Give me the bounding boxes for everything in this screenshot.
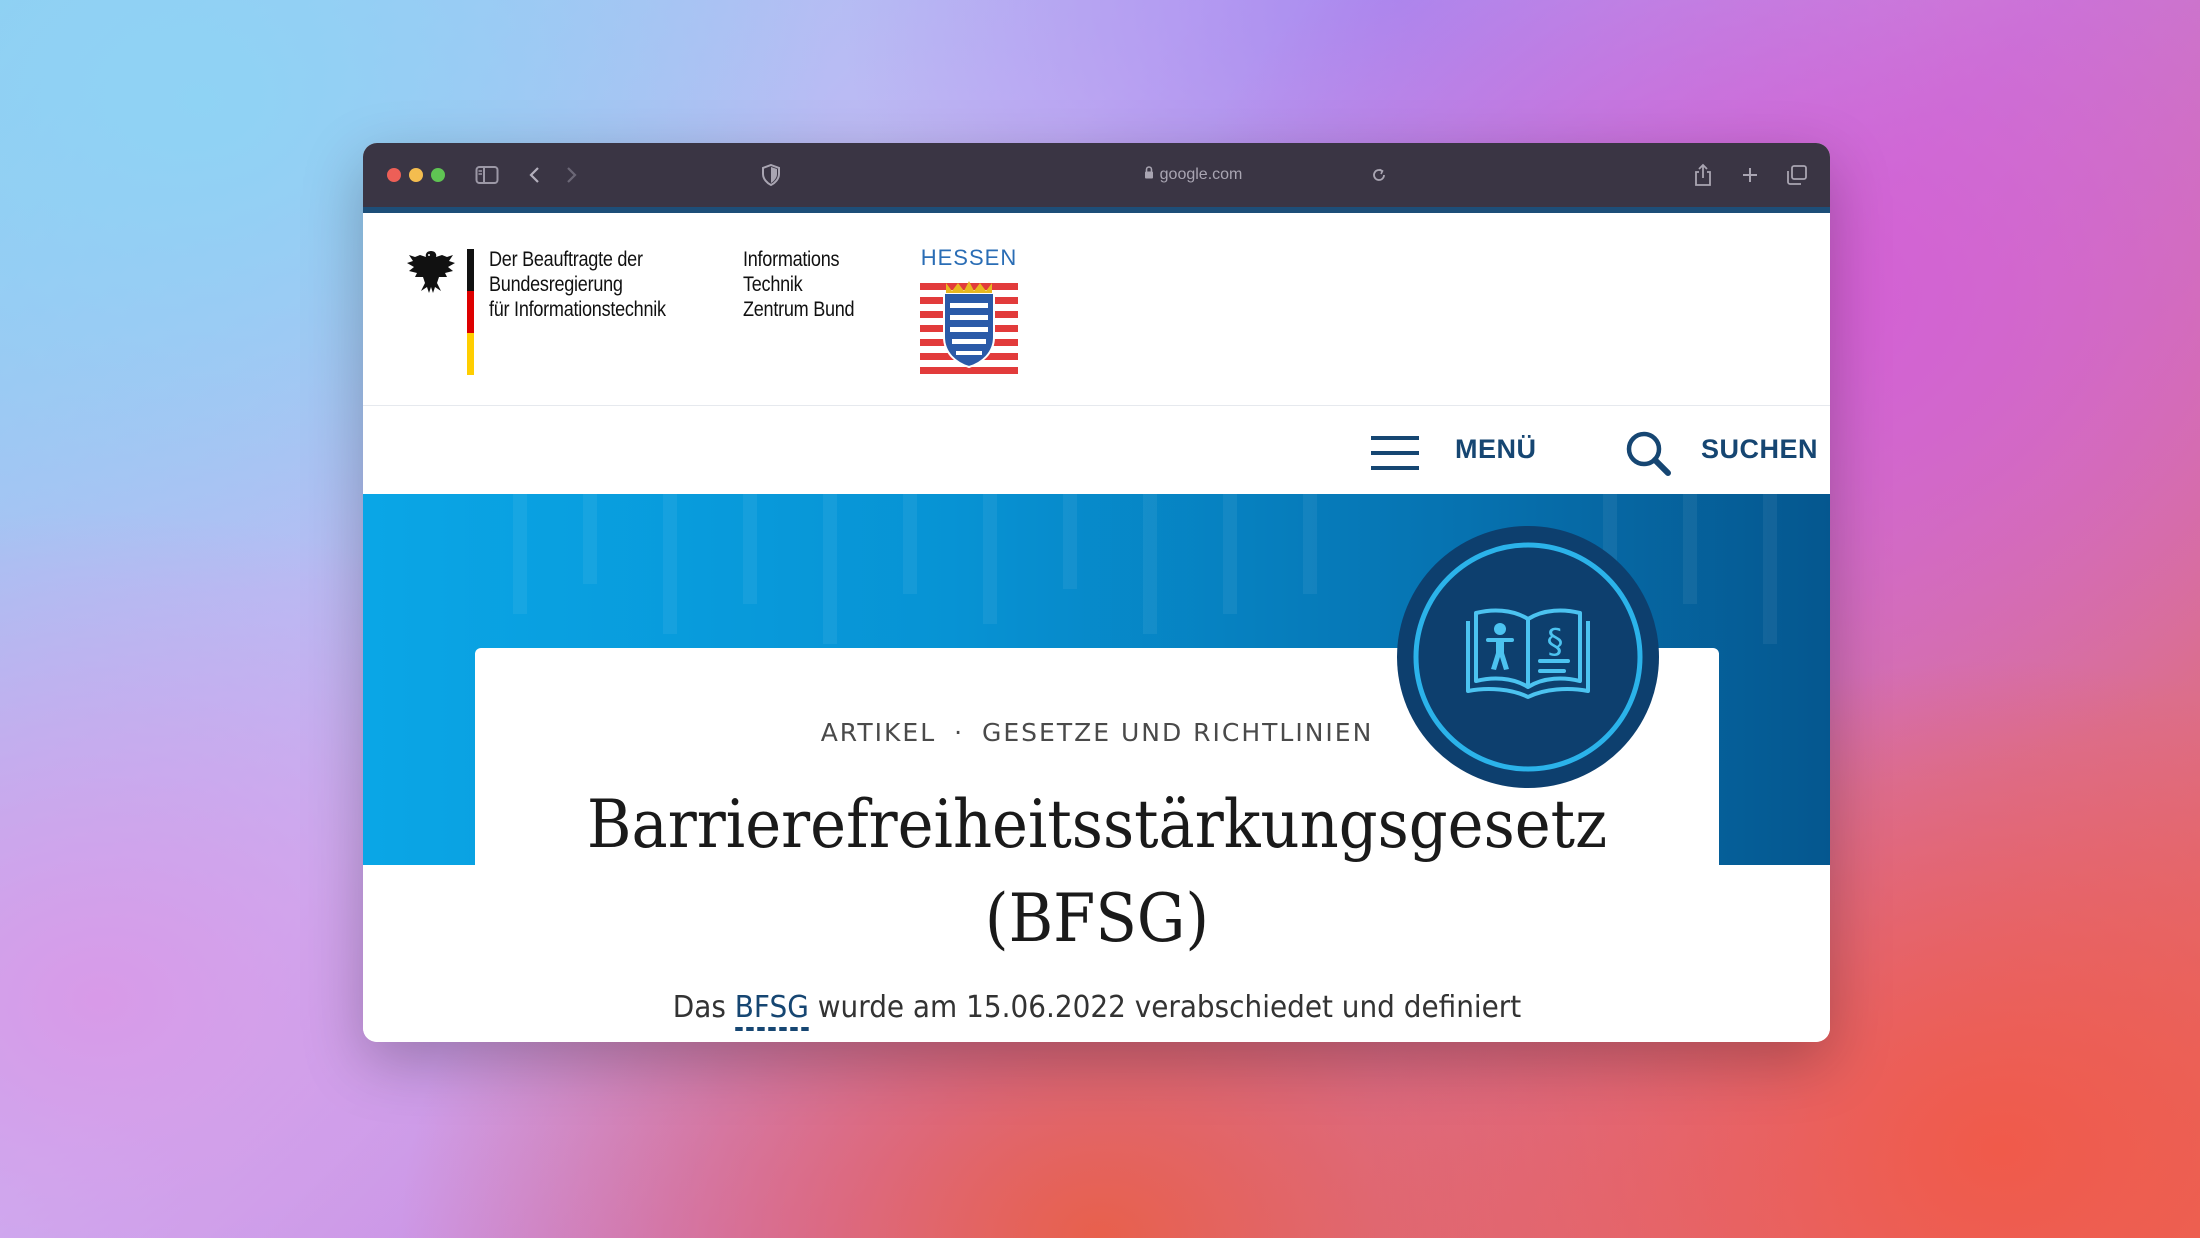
german-flag-bar	[467, 249, 474, 375]
back-icon[interactable]	[521, 161, 549, 189]
article-title: Barrierefreiheitsstärkungsgesetz (BFSG)	[525, 778, 1669, 966]
sidebar-toggle-icon[interactable]	[473, 161, 501, 189]
title-line-2: (BFSG)	[984, 880, 1210, 957]
new-tab-icon[interactable]	[1736, 161, 1764, 189]
hessen-coat-of-arms-icon[interactable]	[920, 279, 1018, 381]
privacy-shield-icon[interactable]	[757, 161, 785, 189]
browser-window: google.com Der Beauftragte der Bundesreg…	[363, 143, 1830, 1042]
close-window-button[interactable]	[387, 168, 401, 182]
maximize-window-button[interactable]	[431, 168, 445, 182]
lead-suffix: wurde am 15.06.2022 verabschiedet und de…	[817, 990, 1522, 1025]
hamburger-menu-icon[interactable]	[1371, 436, 1419, 474]
kicker-separator: ·	[954, 718, 965, 747]
lead-prefix: Das	[672, 990, 726, 1025]
url-text: google.com	[1159, 166, 1243, 183]
minimize-window-button[interactable]	[409, 168, 423, 182]
search-icon[interactable]	[1625, 430, 1671, 480]
browser-toolbar: google.com	[363, 143, 1830, 207]
site-header: Der Beauftragte der Bundesregierung für …	[363, 213, 1830, 406]
accessibility-law-badge: §	[1397, 526, 1659, 788]
lock-icon	[1144, 166, 1154, 184]
reload-icon[interactable]	[1365, 161, 1393, 189]
share-icon[interactable]	[1689, 161, 1717, 189]
kicker-type[interactable]: ARTIKEL	[821, 718, 936, 747]
article-lead: Das BFSG wurde am 15.06.2022 verabschied…	[519, 990, 1676, 1031]
main-nav: MENÜ SUCHEN	[363, 406, 1830, 494]
kicker-category[interactable]: GESETZE UND RICHTLINIEN	[982, 718, 1373, 747]
accessibility-law-book-icon: §	[1413, 542, 1643, 772]
bfsg-abbreviation[interactable]: BFSG	[734, 990, 809, 1031]
tab-overview-icon[interactable]	[1783, 161, 1811, 189]
title-line-1: Barrierefreiheitsstärkungsgesetz	[586, 786, 1608, 863]
address-bar[interactable]: google.com	[1003, 161, 1383, 189]
svg-text:§: §	[1547, 622, 1564, 662]
federal-eagle-logo[interactable]	[405, 247, 457, 301]
hessen-logo-label[interactable]: HESSEN	[918, 245, 1020, 271]
menu-button[interactable]: MENÜ	[1455, 434, 1537, 465]
itz-logo-text[interactable]: Informations Technik Zentrum Bund	[743, 247, 855, 322]
forward-icon[interactable]	[557, 161, 585, 189]
search-button[interactable]: SUCHEN	[1701, 434, 1818, 465]
bund-logo-text[interactable]: Der Beauftragte der Bundesregierung für …	[489, 247, 666, 322]
